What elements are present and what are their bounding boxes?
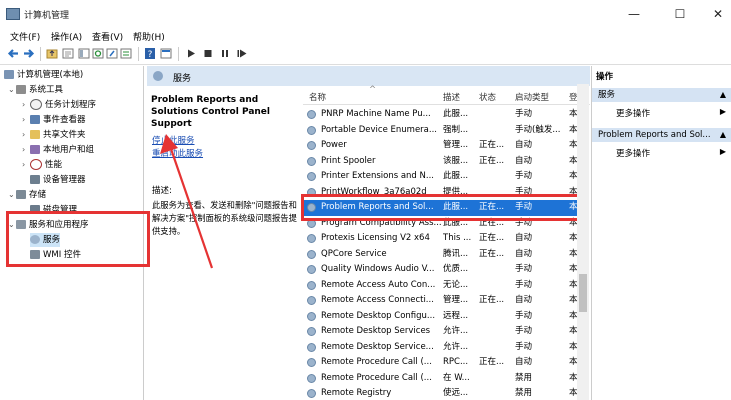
chevron-right-icon[interactable]: ▶ <box>720 147 726 156</box>
chevron-right-icon[interactable]: ▶ <box>720 107 726 116</box>
actions-group-label: 服务 <box>598 90 616 100</box>
chevron-up-icon[interactable]: ▲ <box>720 128 726 142</box>
actions-services-group[interactable]: 服务 ▲ <box>592 88 731 102</box>
list-scrollbar[interactable] <box>577 84 589 400</box>
scrollbar-thumb[interactable] <box>579 274 587 312</box>
actions-title: 操作 <box>596 72 614 82</box>
actions-pane: 操作 服务 ▲ 更多操作 ▶ Problem Reports and Sol...… <box>591 66 731 400</box>
computer-management-window: 计算机管理 — ☐ ✕ 文件(F) 操作(A) 查看(V) 帮助(H) ? 计算… <box>0 0 731 400</box>
more-actions-1[interactable]: 更多操作 <box>616 107 650 119</box>
chevron-up-icon[interactable]: ▲ <box>720 88 726 102</box>
more-actions-2[interactable]: 更多操作 <box>616 147 650 159</box>
actions-selected-label: Problem Reports and Sol... <box>598 130 711 140</box>
actions-selected-group[interactable]: Problem Reports and Sol... ▲ <box>592 128 731 142</box>
